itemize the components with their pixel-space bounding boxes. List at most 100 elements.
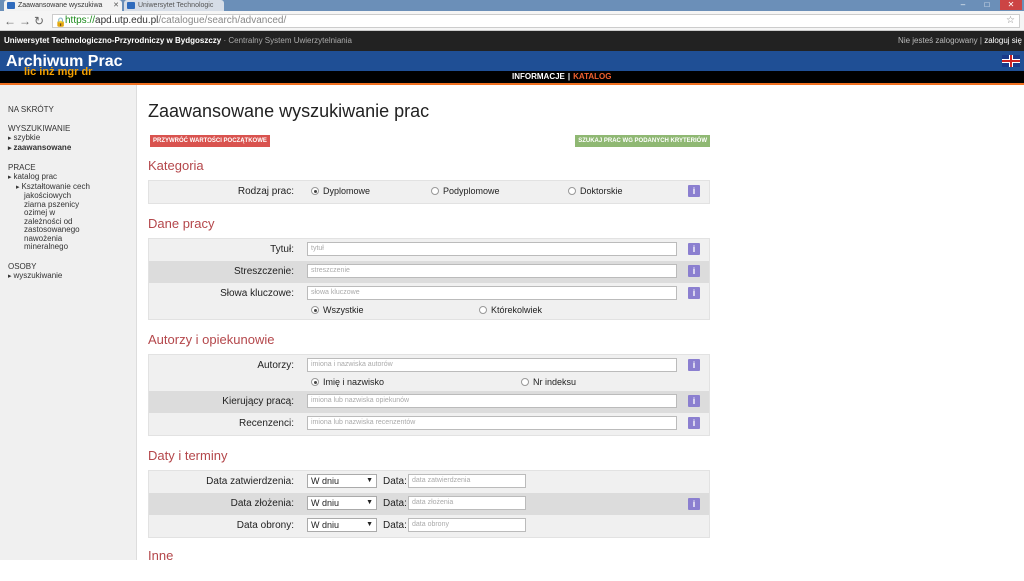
info-icon[interactable]: i — [688, 265, 700, 277]
uk-flag-icon[interactable] — [1002, 55, 1020, 67]
data-label: Data: — [383, 476, 407, 487]
abstract-label: Streszczenie: — [233, 266, 294, 277]
info-icon[interactable]: i — [688, 287, 700, 299]
radio-dot[interactable] — [431, 187, 439, 195]
panel-category: Rodzaj prac: Dyplomowe Podyplomowe Dokto… — [148, 180, 710, 204]
browser-tab-active[interactable]: Zaawansowane wyszukiwa ✕ — [4, 0, 122, 11]
url-input[interactable]: 🔒 https://apd.utp.edu.pl/catalogue/searc… — [52, 14, 1020, 28]
title-input[interactable]: tytuł — [307, 242, 677, 256]
forward-arrow-icon[interactable]: → — [19, 14, 31, 28]
radio-dot[interactable] — [521, 378, 529, 386]
search-button[interactable]: SZUKAJ PRAC WG PODANYCH KRYTERIÓW — [575, 135, 710, 147]
login-status: Nie jesteś zalogowany | zaloguj się — [898, 31, 1022, 51]
radio-dot[interactable] — [568, 187, 576, 195]
university-name[interactable]: Uniwersytet Technologiczno-Przyrodniczy … — [4, 36, 221, 45]
sidebar-section-people: OSOBY wyszukiwanie — [8, 262, 136, 282]
system-name: · Centralny System Uwierzytelniania — [221, 36, 352, 45]
radio-diploma[interactable]: Dyplomowe — [311, 186, 370, 196]
favicon-icon — [7, 2, 15, 9]
main-menu: lic inż mgr dr INFORMACJE | KATALOG — [0, 66, 1024, 83]
url-host: apd.utp.edu.pl — [95, 15, 159, 26]
window-close-icon[interactable]: ✕ — [1000, 0, 1022, 10]
university-bar: Uniwersytet Technologiczno-Przyrodniczy … — [0, 31, 1024, 51]
submission-date-select[interactable]: W dniu ▼ — [307, 496, 377, 510]
row-authors: Autorzy: imiona i nazwiska autorów Imię … — [149, 355, 709, 391]
url-scheme: https:// — [65, 15, 96, 26]
radio-postgraduate[interactable]: Podyplomowe — [431, 186, 500, 196]
defense-date-select[interactable]: W dniu ▼ — [307, 518, 377, 532]
sidebar-section-search: WYSZUKIWANIE szybkie zaawansowane — [8, 124, 136, 153]
keywords-label: Słowa kluczowe: — [220, 288, 294, 299]
sidebar: NA SKRÓTY WYSZUKIWANIE szybkie zaawansow… — [0, 85, 137, 560]
favicon-icon — [127, 2, 135, 9]
radio-label: Dyplomowe — [323, 186, 371, 196]
radio-doctoral[interactable]: Doktorskie — [568, 186, 623, 196]
panel-authors: Autorzy: imiona i nazwiska autorów Imię … — [148, 354, 710, 436]
sidebar-section-works: PRACE katalog prac Kształtowanie cech ja… — [8, 163, 136, 252]
row-title: Tytuł: tytuł i — [149, 239, 709, 261]
reload-icon[interactable]: ↻ — [34, 14, 44, 28]
radio-index[interactable]: Nr indeksu — [521, 377, 576, 387]
submission-date-input[interactable]: data złożenia — [408, 496, 526, 510]
main-content: Zaawansowane wyszukiwanie prac PRZYWRÓĆ … — [148, 85, 710, 570]
row-supervisor: Kierujący pracą: imiona lub nazwiska opi… — [149, 391, 709, 413]
section-title-dates: Daty i terminy — [148, 448, 228, 463]
work-type-label: Rodzaj prac: — [237, 186, 294, 197]
title-label: Tytuł: — [270, 244, 294, 255]
sidebar-search-title: WYSZUKIWANIE — [8, 124, 71, 133]
dropdown-arrow-icon: ▼ — [366, 521, 373, 528]
authors-input[interactable]: imiona i nazwiska autorów — [307, 358, 677, 372]
info-icon[interactable]: i — [688, 243, 700, 255]
radio-name[interactable]: Imię i nazwisko — [311, 377, 384, 387]
info-icon[interactable]: i — [688, 359, 700, 371]
info-icon[interactable]: i — [688, 417, 700, 429]
sidebar-item-people-search[interactable]: wyszukiwanie — [8, 271, 136, 282]
info-icon[interactable]: i — [688, 498, 700, 510]
radio-dot[interactable] — [311, 306, 319, 314]
defense-date-input[interactable]: data obrony — [408, 518, 526, 532]
back-arrow-icon[interactable]: ← — [4, 14, 16, 28]
radio-label: Imię i nazwisko — [323, 377, 385, 387]
url-path: /catalogue/search/advanced/ — [158, 15, 287, 26]
reviewer-input[interactable]: imiona lub nazwiska recenzentów — [307, 416, 677, 430]
keywords-input[interactable]: słowa kluczowe — [307, 286, 677, 300]
sidebar-work-title-line[interactable]: mineralnego — [8, 242, 136, 252]
maximize-icon[interactable]: □ — [976, 0, 998, 10]
abstract-input[interactable]: streszczenie — [307, 264, 677, 278]
close-icon[interactable]: ✕ — [113, 0, 119, 11]
data-label: Data: — [383, 520, 407, 531]
info-icon[interactable]: i — [688, 185, 700, 197]
sidebar-item-advanced[interactable]: zaawansowane — [8, 143, 136, 154]
tab-label: Zaawansowane wyszukiwa — [18, 2, 103, 9]
sidebar-section-shortcuts: NA SKRÓTY — [8, 105, 136, 114]
menu-katalog[interactable]: KATALOG — [573, 72, 611, 81]
radio-all[interactable]: Wszystkie — [311, 305, 364, 315]
authors-label: Autorzy: — [257, 360, 294, 371]
reset-button[interactable]: PRZYWRÓĆ WARTOŚCI POCZĄTKOWE — [150, 135, 270, 147]
radio-label: Którekolwiek — [491, 305, 543, 315]
menu-separator: | — [567, 72, 571, 81]
approval-date-select[interactable]: W dniu ▼ — [307, 474, 377, 488]
minimize-icon[interactable]: – — [952, 0, 974, 10]
browser-tab-inactive[interactable]: Uniwersytet Technologic — [124, 0, 224, 11]
supervisor-input[interactable]: imiona lub nazwiska opiekunów — [307, 394, 677, 408]
radio-dot[interactable] — [311, 378, 319, 386]
radio-label: Nr indeksu — [533, 377, 577, 387]
login-link[interactable]: zaloguj się — [984, 36, 1022, 45]
select-value: W dniu — [311, 476, 340, 486]
bookmark-star-icon[interactable]: ☆ — [1006, 15, 1015, 27]
radio-dot[interactable] — [479, 306, 487, 314]
menu-informacje[interactable]: INFORMACJE — [512, 72, 565, 81]
lock-icon: 🔒 — [55, 17, 67, 27]
radio-any[interactable]: Którekolwiek — [479, 305, 542, 315]
row-defense-date: Data obrony: W dniu ▼ Data: data obrony — [149, 515, 709, 537]
approval-date-input[interactable]: data zatwierdzenia — [408, 474, 526, 488]
radio-label: Doktorskie — [580, 186, 623, 196]
info-icon[interactable]: i — [688, 395, 700, 407]
radio-dot[interactable] — [311, 187, 319, 195]
sidebar-people-title: OSOBY — [8, 261, 37, 271]
sidebar-shortcuts-title[interactable]: NA SKRÓTY — [8, 105, 136, 114]
panel-dates: Data zatwierdzenia: W dniu ▼ Data: data z… — [148, 470, 710, 538]
app-banner: Archiwum Prac — [0, 51, 1024, 71]
row-abstract: Streszczenie: streszczenie i — [149, 261, 709, 283]
